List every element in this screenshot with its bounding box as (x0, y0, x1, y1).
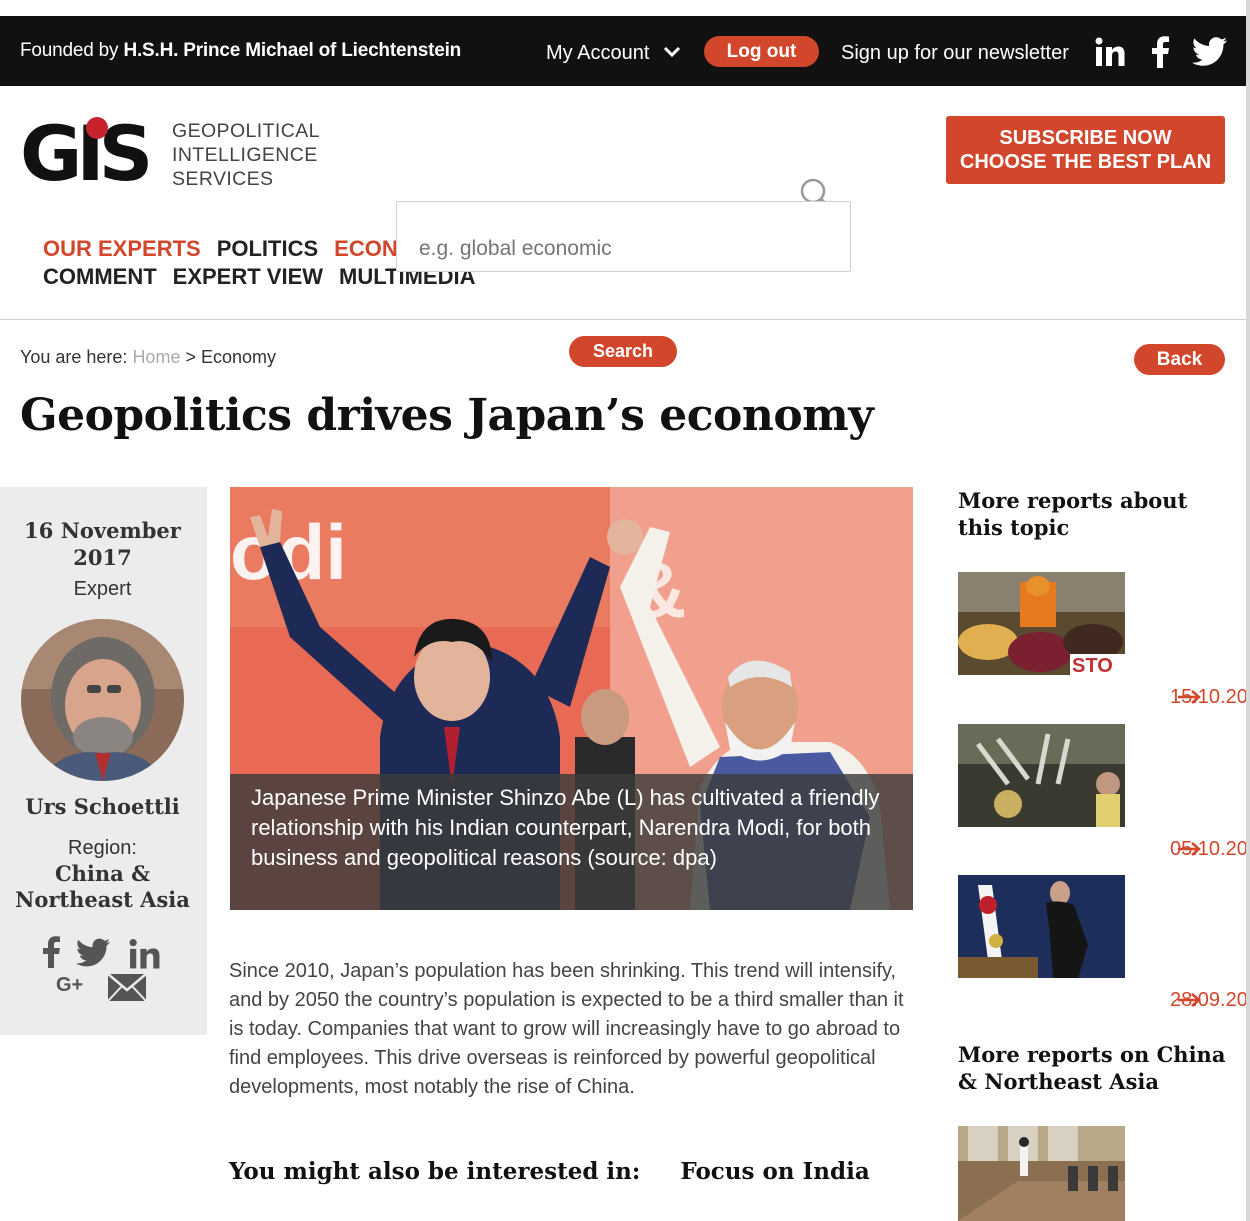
email-icon[interactable] (107, 973, 147, 1002)
chevron-down-icon[interactable] (662, 42, 682, 62)
article-date: 16 November 2017 (0, 517, 205, 571)
arrow-right-icon[interactable] (1178, 690, 1202, 704)
logo-line3: SERVICES (172, 168, 274, 190)
report-thumbnail-1[interactable]: STO (958, 572, 1125, 675)
gis-logo[interactable]: GIS (20, 116, 165, 188)
top-bar: Founded by H.S.H. Prince Michael of Liec… (0, 16, 1246, 86)
founded-prefix: Founded by (20, 40, 124, 61)
logo-mark: GIS (20, 116, 149, 188)
facebook-icon[interactable] (1150, 36, 1170, 68)
article-body: Since 2010, Japan’s population has been … (229, 960, 904, 1098)
search-input[interactable] (396, 201, 851, 272)
author-avatar[interactable] (21, 619, 184, 781)
image-caption: Japanese Prime Minister Shinzo Abe (L) h… (230, 774, 913, 910)
twitter-icon[interactable] (76, 935, 110, 971)
date-line2: 2017 (73, 545, 132, 570)
breadcrumb-separator: > (185, 347, 196, 367)
related-label: You might also be interested in: (229, 1158, 641, 1185)
linkedin-icon[interactable] (1094, 36, 1126, 68)
more-region-heading: More reports on China & Northeast Asia (958, 1042, 1226, 1094)
thumbnail-sign-text: STO (1072, 655, 1113, 675)
scrollbar-edge (1246, 0, 1250, 1221)
page-title: Geopolitics drives Japan’s economy (20, 390, 874, 441)
nav-comment[interactable]: COMMENT (43, 264, 157, 289)
arrow-right-icon[interactable] (1178, 842, 1202, 856)
back-button[interactable]: Back (1134, 344, 1225, 375)
report-thumbnail-2[interactable] (958, 724, 1125, 827)
nav-economy[interactable]: ECON (334, 236, 398, 261)
nav-politics[interactable]: POLITICS (217, 236, 318, 261)
founded-by-text: Founded by H.S.H. Prince Michael of Liec… (20, 40, 461, 62)
date-line1: 16 November (24, 518, 181, 543)
top-strip (0, 0, 1246, 16)
region-label: Region: (68, 837, 137, 859)
linkedin-icon[interactable] (128, 936, 161, 972)
report-thumbnail-3[interactable] (958, 875, 1125, 978)
subscribe-line2: CHOOSE THE BEST PLAN (959, 151, 1212, 173)
related-link[interactable]: Focus on India (680, 1158, 869, 1185)
logo-line2: INTELLIGENCE (172, 144, 318, 166)
facebook-icon[interactable] (41, 934, 61, 970)
search-button[interactable]: Search (569, 336, 677, 367)
my-account-link[interactable]: My Account (546, 42, 649, 65)
breadcrumb-home[interactable]: Home (132, 347, 180, 367)
arrow-right-icon[interactable] (1178, 993, 1202, 1007)
founder-name: H.S.H. Prince Michael of Liechtenstein (123, 40, 462, 61)
breadcrumb: You are here: Home > Economy (20, 347, 276, 368)
newsletter-link[interactable]: Sign up for our newsletter (841, 42, 1069, 65)
main-nav-row1: OUR EXPERTS POLITICS ECON (43, 236, 414, 262)
related-section: You might also be interested in: Focus on… (229, 1158, 870, 1185)
region-line1: China & (54, 861, 151, 886)
breadcrumb-current[interactable]: Economy (201, 347, 276, 367)
breadcrumb-prefix: You are here: (20, 347, 128, 367)
more-topic-heading: More reports about this topic (958, 488, 1188, 540)
nav-expert-view[interactable]: EXPERT VIEW (173, 264, 323, 289)
twitter-icon[interactable] (1192, 36, 1227, 68)
region-line2: Northeast Asia (15, 887, 190, 912)
logo-line1: GEOPOLITICAL (172, 120, 320, 142)
nav-our-experts[interactable]: OUR EXPERTS (43, 236, 201, 261)
author-name[interactable]: Urs Schoettli (0, 794, 205, 819)
subscribe-button[interactable]: SUBSCRIBE NOW CHOOSE THE BEST PLAN (946, 116, 1225, 184)
region-value[interactable]: China & Northeast Asia (0, 861, 205, 913)
logo-text: GEOPOLITICAL INTELLIGENCE SERVICES (172, 119, 320, 191)
article-type: Expert (73, 578, 132, 600)
subscribe-line1: SUBSCRIBE NOW (999, 127, 1172, 149)
header-divider (0, 319, 1246, 320)
google-plus-icon[interactable]: G+ (56, 974, 83, 997)
logout-button[interactable]: Log out (704, 36, 819, 67)
report-thumbnail-4[interactable] (958, 1126, 1125, 1221)
